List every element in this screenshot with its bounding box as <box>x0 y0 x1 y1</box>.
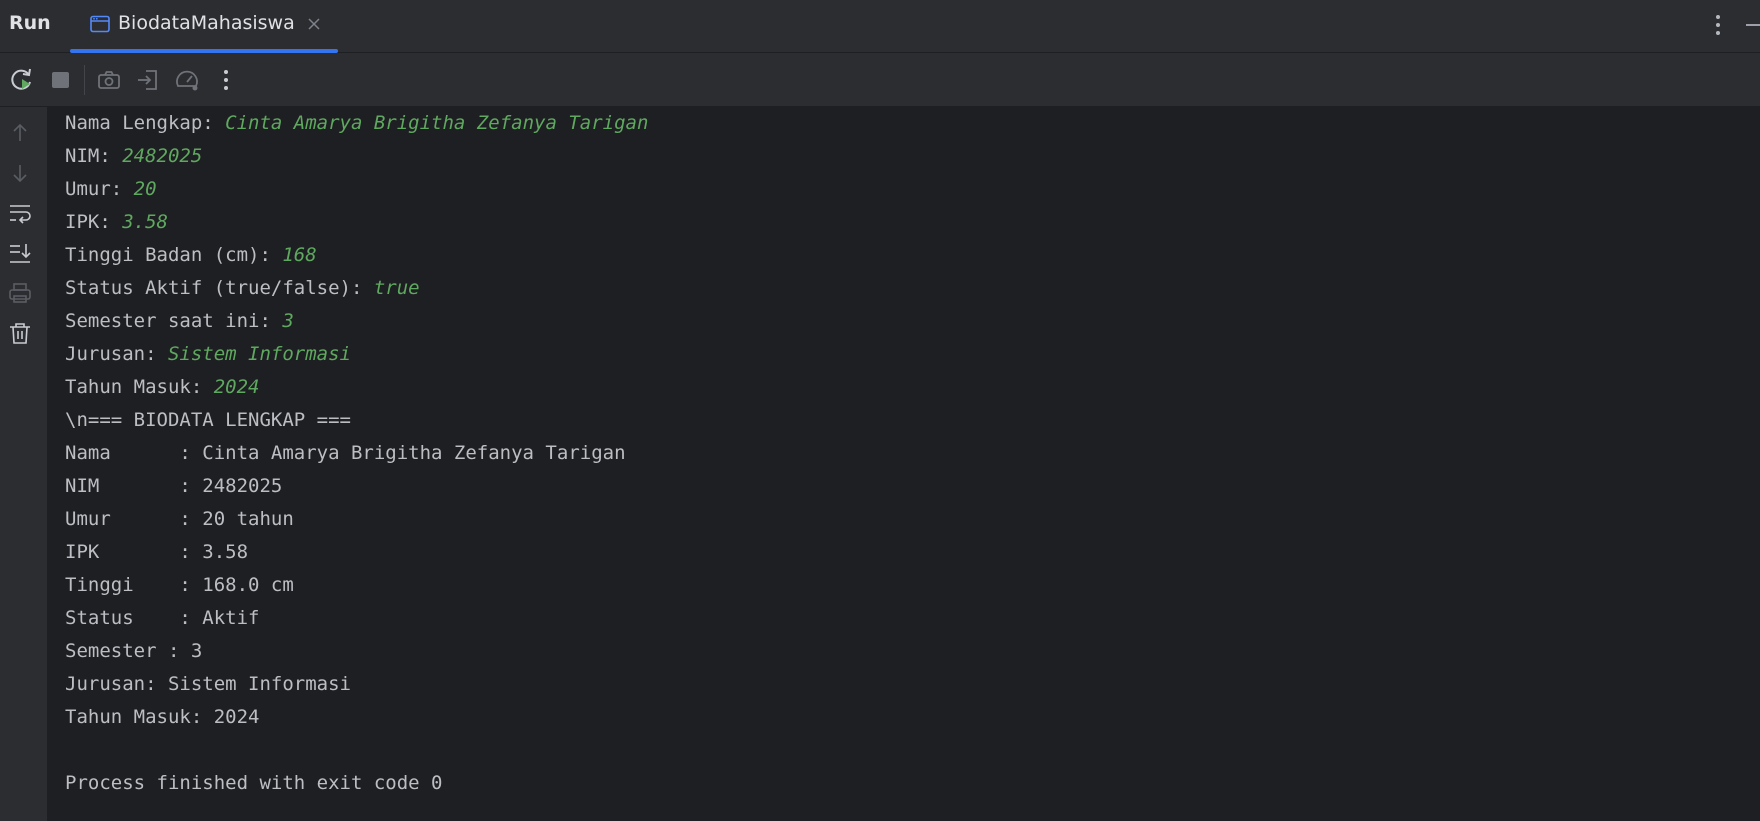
more-vertical-icon[interactable] <box>213 67 239 93</box>
console-toolbar <box>0 53 1760 107</box>
prompt-label: Tinggi Badan (cm): <box>65 244 283 266</box>
console-side-toolbar <box>0 107 47 821</box>
rerun-icon[interactable] <box>9 67 35 93</box>
arrow-down-icon[interactable] <box>7 160 33 186</box>
console-line: Tinggi Badan (cm): 168 <box>65 239 317 272</box>
prompt-label: NIM: <box>65 145 123 167</box>
scroll-to-end-icon[interactable] <box>7 240 33 266</box>
console-line: IPK: 3.58 <box>65 206 168 239</box>
console-line: Umur : 20 tahun <box>65 508 294 530</box>
user-input: 168 <box>282 244 317 266</box>
tab-biodatamahasiswa[interactable]: BiodataMahasiswa <box>70 0 338 53</box>
user-input: 2482025 <box>122 145 203 167</box>
tab-label: BiodataMahasiswa <box>118 12 295 34</box>
console-line: Tinggi : 168.0 cm <box>65 574 294 596</box>
console-line: Semester saat ini: 3 <box>65 305 294 338</box>
prompt-label: Umur: <box>65 178 134 200</box>
more-vertical-icon[interactable] <box>1710 12 1726 38</box>
user-input: Cinta Amarya Brigitha Zefanya Tarigan <box>225 112 649 134</box>
login-icon[interactable] <box>135 67 161 93</box>
speedometer-icon[interactable] <box>174 67 200 93</box>
prompt-label: Semester saat ini: <box>65 310 283 332</box>
console-line: Status : Aktif <box>65 607 260 629</box>
user-input: Sistem Informasi <box>167 343 351 365</box>
console-line: Jurusan: Sistem Informasi <box>65 338 351 371</box>
user-input: true <box>373 277 420 299</box>
console-line: NIM: 2482025 <box>65 140 202 173</box>
arrow-up-icon[interactable] <box>7 120 33 146</box>
prompt-label: Nama Lengkap: <box>65 112 226 134</box>
console-line: Tahun Masuk: 2024 <box>65 706 260 728</box>
trash-icon[interactable] <box>7 320 33 346</box>
console-line: NIM : 2482025 <box>65 475 283 497</box>
user-input: 3 <box>282 310 294 332</box>
user-input: 2024 <box>213 376 260 398</box>
prompt-label: IPK: <box>65 211 123 233</box>
camera-icon[interactable] <box>96 67 122 93</box>
console-line: Nama Lengkap: Cinta Amarya Brigitha Zefa… <box>65 107 648 140</box>
minimize-icon[interactable] <box>1746 24 1760 26</box>
prompt-label: Jurusan: <box>65 343 168 365</box>
print-icon[interactable] <box>7 280 33 306</box>
user-input: 3.58 <box>122 211 168 233</box>
console-line: Umur: 20 <box>65 173 157 206</box>
run-title: Run <box>9 12 51 34</box>
console-window-icon <box>90 15 110 33</box>
console-line: Jurusan: Sistem Informasi <box>65 673 351 695</box>
console-line: Tahun Masuk: 2024 <box>65 371 259 404</box>
console-output[interactable]: Nama Lengkap: Cinta Amarya Brigitha Zefa… <box>47 107 1760 821</box>
user-input: 20 <box>133 178 157 200</box>
prompt-label: Status Aktif (true/false): <box>65 277 374 299</box>
prompt-label: Tahun Masuk: <box>65 376 214 398</box>
console-line: Nama : Cinta Amarya Brigitha Zefanya Tar… <box>65 442 626 464</box>
close-icon[interactable] <box>306 16 322 32</box>
soft-wrap-icon[interactable] <box>7 200 33 226</box>
console-line: Semester : 3 <box>65 640 203 662</box>
exit-message: Process finished with exit code 0 <box>65 772 443 794</box>
run-tool-window-header: Run BiodataMahasiswa <box>0 0 1760 53</box>
console-line: IPK : 3.58 <box>65 541 249 563</box>
stop-icon[interactable] <box>48 67 74 93</box>
toolbar-separator <box>84 65 85 95</box>
console-line: \n=== BIODATA LENGKAP === <box>65 409 351 431</box>
console-line: Status Aktif (true/false): true <box>65 272 420 305</box>
